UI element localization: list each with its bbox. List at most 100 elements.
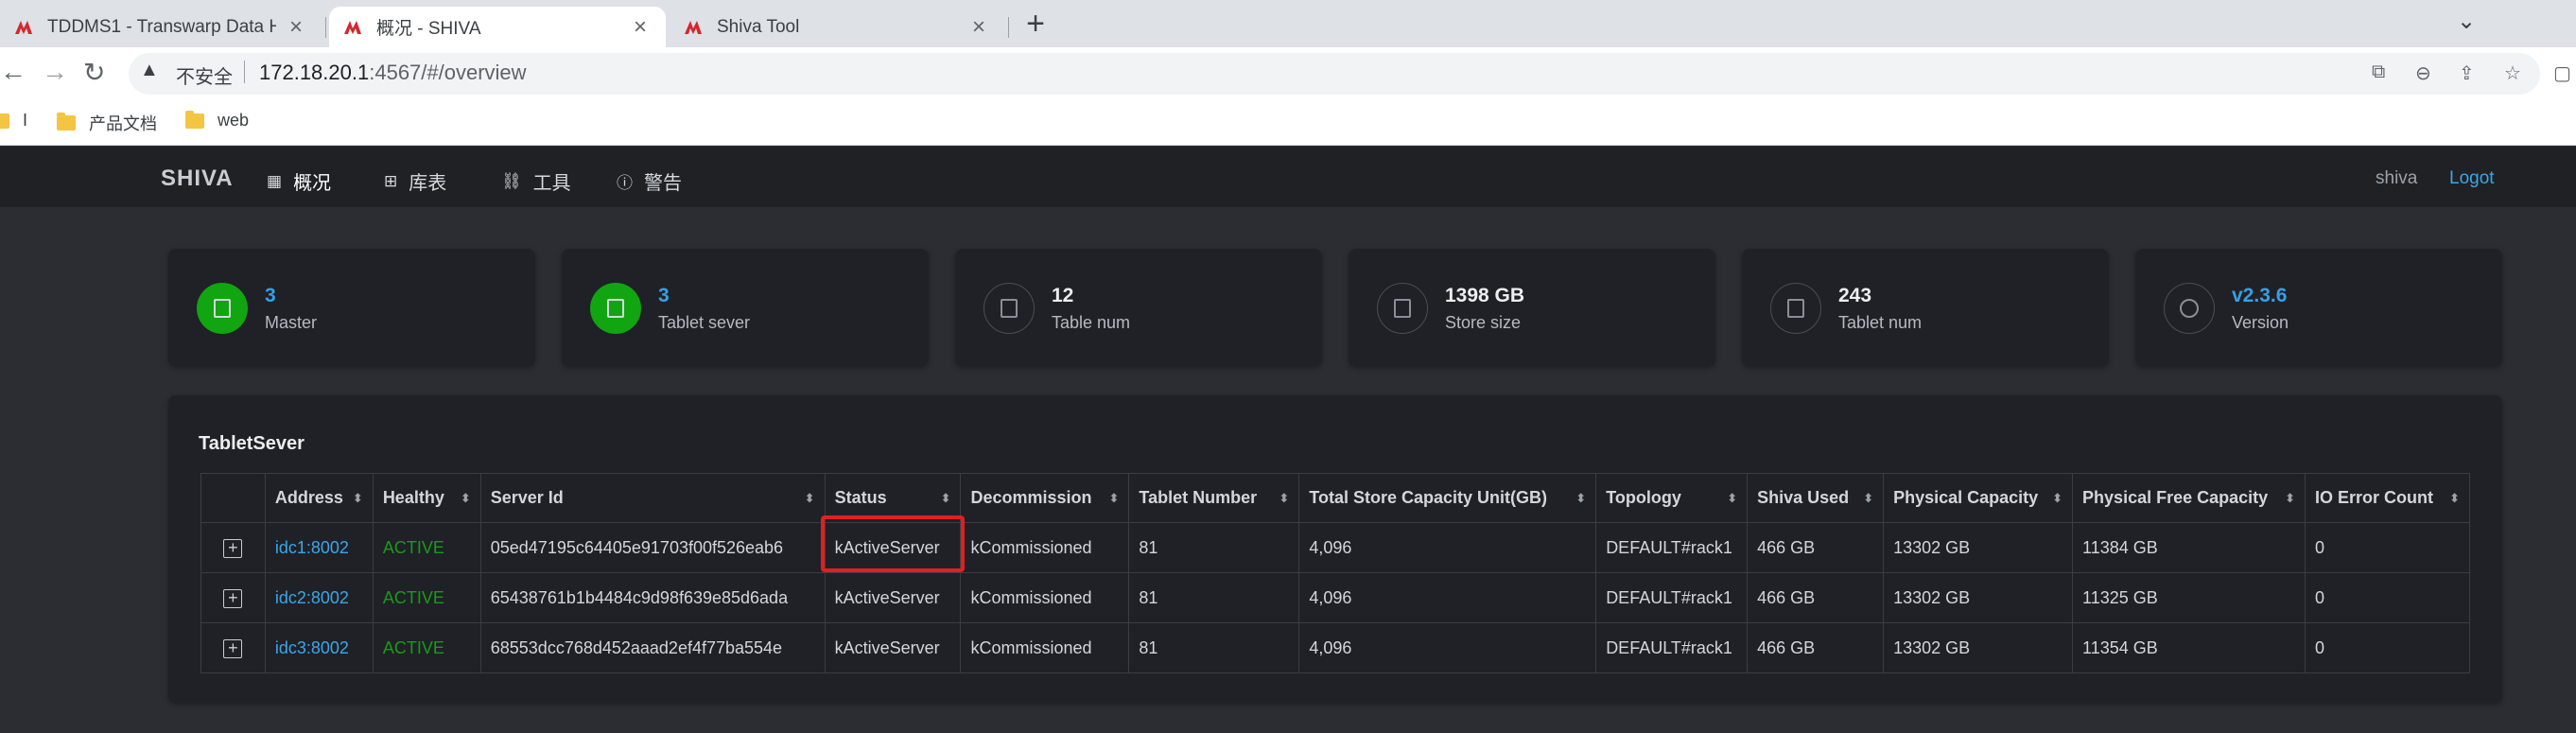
decommission-cell: kCommissioned bbox=[960, 622, 1130, 673]
bookmark-star-icon[interactable]: ☆ bbox=[2504, 61, 2521, 85]
healthy-cell: ACTIVE bbox=[372, 522, 481, 573]
back-arrow-icon[interactable]: ← bbox=[0, 57, 26, 87]
stat-value[interactable]: 3 bbox=[265, 285, 276, 307]
nav-overview[interactable]: ▦ 概况 bbox=[267, 167, 331, 195]
stat-value: 243 bbox=[1838, 285, 1872, 306]
address-link[interactable]: idc1:8002 bbox=[275, 538, 349, 557]
close-icon[interactable]: × bbox=[630, 14, 651, 41]
table-row: + idc2:8002 ACTIVE 65438761b1b4484c9d98f… bbox=[200, 572, 2471, 623]
topology-cell: DEFAULT#rack1 bbox=[1595, 622, 1749, 673]
nav-label: 警告 bbox=[644, 173, 682, 194]
address-link[interactable]: idc3:8002 bbox=[275, 638, 349, 657]
bookmark-folder[interactable]: 产品文档 bbox=[57, 111, 157, 135]
column-header-healthy[interactable]: Healthy ⬍ bbox=[372, 473, 481, 523]
zoom-icon[interactable]: ⊖ bbox=[2415, 61, 2431, 85]
column-header-total-store-capacity[interactable]: Total Store Capacity Unit(GB) ⬍ bbox=[1298, 473, 1597, 523]
sort-icon[interactable]: ⬍ bbox=[805, 491, 815, 506]
physical-capacity-cell: 13302 GB bbox=[1883, 572, 2074, 623]
column-header-status[interactable]: Status ⬍ bbox=[824, 473, 962, 523]
tablet-num-icon bbox=[1770, 283, 1821, 334]
sort-icon[interactable]: ⬍ bbox=[1279, 491, 1289, 506]
stat-label: Store size bbox=[1445, 313, 1522, 332]
insecure-label[interactable]: 不安全 bbox=[176, 61, 233, 89]
stat-label: Table num bbox=[1052, 313, 1131, 332]
bookmark-folder[interactable]: I bbox=[0, 111, 27, 131]
stat-value[interactable]: 3 bbox=[658, 285, 670, 307]
sort-icon[interactable]: ⬍ bbox=[1727, 491, 1737, 506]
column-header-decommission[interactable]: Decommission ⬍ bbox=[960, 473, 1130, 523]
bookmark-label: 产品文档 bbox=[89, 114, 157, 133]
folder-icon bbox=[185, 110, 204, 129]
sort-icon[interactable]: ⬍ bbox=[461, 491, 471, 506]
info-icon: ⓘ bbox=[617, 174, 633, 192]
stat-card-version: v2.3.6 Version bbox=[2135, 249, 2502, 366]
brand-logo[interactable]: SHIVA bbox=[161, 166, 234, 192]
server-id-cell: 68553dcc768d452aaad2ef4f77ba554e bbox=[479, 622, 826, 673]
sort-icon[interactable]: ⬍ bbox=[353, 491, 363, 506]
expand-plus-icon[interactable]: + bbox=[223, 538, 243, 558]
address-cell: idc2:8002 bbox=[264, 572, 374, 623]
expand-plus-icon[interactable]: + bbox=[223, 638, 243, 658]
sort-icon[interactable]: ⬍ bbox=[2052, 491, 2063, 506]
nav-tools[interactable]: ⛓ 工具 bbox=[501, 167, 571, 195]
nav-alerts[interactable]: ⓘ 警告 bbox=[617, 167, 682, 195]
stat-card-master: 3 Master bbox=[168, 249, 535, 366]
browser-tab-shiva-tool[interactable]: Shiva Tool × bbox=[670, 7, 1004, 47]
close-icon[interactable]: × bbox=[968, 14, 989, 41]
healthy-status: ACTIVE bbox=[382, 637, 444, 657]
new-tab-plus-icon[interactable]: + bbox=[1021, 8, 1050, 40]
decommission-cell: kCommissioned bbox=[960, 522, 1130, 573]
share-icon[interactable]: ⇪ bbox=[2459, 61, 2475, 85]
url-text[interactable]: 172.18.20.1:4567/#/overview bbox=[259, 61, 527, 85]
sort-icon[interactable]: ⬍ bbox=[2285, 491, 2295, 506]
sort-icon[interactable]: ⬍ bbox=[1575, 491, 1586, 506]
shiva-used-cell: 466 GB bbox=[1747, 522, 1885, 573]
forward-arrow-icon[interactable]: → bbox=[42, 57, 68, 87]
stat-card-tablet-num: 243 Tablet num bbox=[1742, 249, 2109, 366]
table-num-icon bbox=[983, 283, 1035, 334]
panel-title: TabletSever bbox=[199, 433, 305, 454]
url-path: :4567/#/overview bbox=[369, 61, 527, 84]
address-link[interactable]: idc2:8002 bbox=[275, 588, 349, 607]
warning-triangle-icon[interactable]: ▲ bbox=[140, 60, 159, 81]
reload-icon[interactable]: ↻ bbox=[83, 57, 105, 88]
status-cell: kActiveServer bbox=[824, 522, 962, 573]
expand-plus-icon[interactable]: + bbox=[223, 588, 243, 608]
sort-icon[interactable]: ⬍ bbox=[1109, 491, 1120, 506]
total-store-capacity-cell: 4,096 bbox=[1298, 622, 1597, 673]
topology-cell: DEFAULT#rack1 bbox=[1595, 572, 1749, 623]
total-store-capacity-cell: 4,096 bbox=[1298, 522, 1597, 573]
column-label: Total Store Capacity Unit(GB) bbox=[1309, 488, 1548, 507]
browser-tab-shiva-overview[interactable]: 概况 - SHIVA × bbox=[329, 7, 666, 47]
column-header-tablet-number[interactable]: Tablet Number ⬍ bbox=[1128, 473, 1300, 523]
server-id-cell: 65438761b1b4484c9d98f639e85d6ada bbox=[479, 572, 826, 623]
logout-link[interactable]: Logot bbox=[2449, 168, 2495, 189]
bookmark-folder[interactable]: web bbox=[185, 110, 249, 131]
sort-icon[interactable]: ⬍ bbox=[1863, 491, 1873, 506]
side-panel-icon[interactable]: ▢ bbox=[2553, 61, 2571, 85]
healthy-status: ACTIVE bbox=[382, 537, 444, 557]
tab-search-chevron-icon[interactable]: ⌄ bbox=[2457, 8, 2476, 35]
column-header-physical-free-capacity[interactable]: Physical Free Capacity ⬍ bbox=[2072, 473, 2306, 523]
browser-tab-tddms[interactable]: TDDMS1 - Transwarp Data Hub × bbox=[0, 7, 322, 47]
nav-tables[interactable]: ⊞ 库表 bbox=[384, 167, 446, 195]
column-header-physical-capacity[interactable]: Physical Capacity ⬍ bbox=[1883, 473, 2074, 523]
close-icon[interactable]: × bbox=[286, 14, 306, 41]
column-header-io-error-count[interactable]: IO Error Count ⬍ bbox=[2304, 473, 2471, 523]
url-divider bbox=[244, 61, 245, 83]
tablet-server-table: Address ⬍ Healthy ⬍ Server Id ⬍ Status ⬍ Dec… bbox=[200, 473, 2471, 673]
column-header-address[interactable]: Address ⬍ bbox=[264, 473, 374, 523]
sort-icon[interactable]: ⬍ bbox=[941, 491, 951, 506]
translate-icon[interactable]: ⧉ bbox=[2372, 61, 2385, 83]
column-header-topology[interactable]: Topology ⬍ bbox=[1595, 473, 1749, 523]
column-header-shiva-used[interactable]: Shiva Used ⬍ bbox=[1747, 473, 1885, 523]
nav-label: 概况 bbox=[293, 173, 332, 194]
physical-free-capacity-cell: 11325 GB bbox=[2072, 572, 2306, 623]
physical-capacity-cell: 13302 GB bbox=[1883, 522, 2074, 573]
sort-icon[interactable]: ⬍ bbox=[2449, 491, 2460, 506]
column-header-server-id[interactable]: Server Id ⬍ bbox=[479, 473, 826, 523]
io-error-count-cell: 0 bbox=[2304, 522, 2471, 573]
column-label: IO Error Count bbox=[2314, 488, 2433, 507]
table-icon: ⊞ bbox=[384, 171, 398, 190]
physical-free-capacity-cell: 11354 GB bbox=[2072, 622, 2306, 673]
